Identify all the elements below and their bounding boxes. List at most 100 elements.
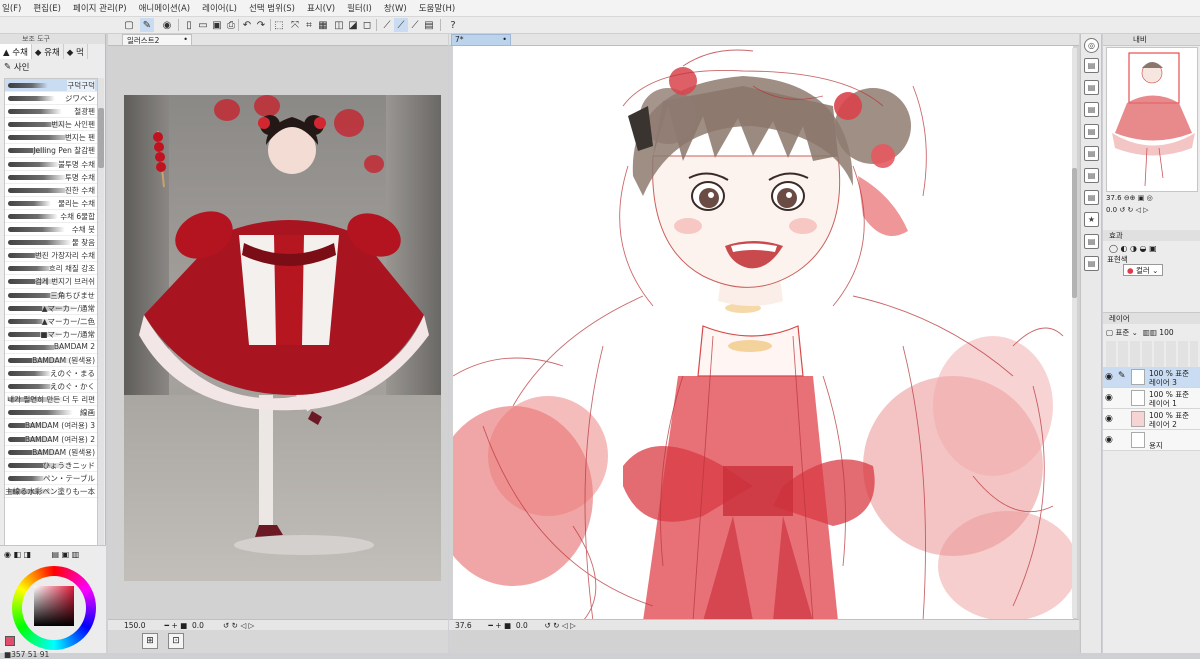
palette-icon-4[interactable]: ▤ (1084, 124, 1099, 139)
brush-item[interactable]: 線画 (5, 406, 97, 420)
menu-window[interactable]: 창(W) (384, 2, 407, 14)
layer-row[interactable]: ◉ 용지 (1103, 430, 1200, 451)
layer-row[interactable]: ◉ ✎ 100 % 표준 레이어 3 (1103, 367, 1200, 388)
close-dot-icon[interactable]: • (502, 35, 507, 44)
brush-list-scrollbar[interactable] (98, 78, 104, 553)
palette-icon-9[interactable]: ▤ (1084, 256, 1099, 271)
fill-icon[interactable]: ▦ (316, 18, 330, 32)
tab-watercolor[interactable]: ▲ 수채 (0, 44, 32, 59)
snap-special-icon[interactable]: ⟋ (408, 18, 422, 32)
tab-oil[interactable]: ◆ 유채 (32, 44, 64, 59)
eye-icon[interactable]: ◉ (160, 18, 174, 32)
menu-animation[interactable]: 애니메이션(A) (139, 2, 191, 14)
menu-help[interactable]: 도움말(H) (419, 2, 455, 14)
menu-view[interactable]: 표시(V) (307, 2, 335, 14)
reference-angle-value[interactable]: 0.0 (192, 621, 204, 630)
brush-item[interactable]: 번진 가장자리 수채 (5, 249, 97, 263)
brush-item[interactable]: 투명 수채 (5, 171, 97, 184)
open-folder-icon[interactable]: ▭ (196, 18, 210, 32)
navigator-preview[interactable] (1106, 47, 1198, 192)
undo-icon[interactable]: ↶ (240, 18, 254, 32)
palette-icon-7[interactable]: ▤ (1084, 190, 1099, 205)
brush-item[interactable]: ひょうきニッド (5, 459, 97, 472)
brush-item[interactable]: 번지는 펜 (5, 131, 97, 145)
eye-icon[interactable]: ◉ (1105, 435, 1113, 445)
menu-edit[interactable]: 편집(E) (33, 2, 61, 14)
canvas-vertical-scrollbar[interactable] (1072, 48, 1077, 618)
brush-item[interactable]: 번지는 사인펜 (5, 118, 97, 132)
canvas-zoom-value[interactable]: 37.6 (455, 621, 472, 630)
canvas-angle-value[interactable]: 0.0 (516, 621, 528, 630)
new-file-icon[interactable]: ▯ (182, 18, 196, 32)
eye-icon[interactable]: ◉ (1105, 372, 1113, 382)
layer-tool-buttons[interactable] (1106, 341, 1198, 367)
drawing-canvas[interactable] (453, 46, 1073, 621)
eye-icon[interactable]: ◉ (1105, 414, 1113, 424)
brush-item[interactable]: BAMDAM (여러용) 2 (5, 433, 97, 446)
color-square[interactable] (34, 586, 74, 626)
close-dot-icon[interactable]: • (183, 35, 188, 44)
brush-item[interactable]: えのぐ・まる (5, 367, 97, 381)
search-icon[interactable]: ◎ (1084, 38, 1099, 53)
navigator-zoom-value[interactable]: 37.6 (1106, 194, 1122, 202)
brush-item[interactable]: 진한 수채 (5, 184, 97, 197)
brush-item[interactable]: BAMDAM (뭔색용) (5, 354, 97, 368)
palette-icon-6[interactable]: ▤ (1084, 168, 1099, 183)
transform-icon[interactable]: ⤧ (288, 18, 302, 32)
brush-item[interactable]: BAMDAM (여러용) 3 (5, 419, 97, 433)
selection-icon[interactable]: ▢ (122, 18, 136, 32)
brush-item[interactable]: えのぐ・かく (5, 380, 97, 394)
eye-icon[interactable]: ◉ (1105, 393, 1113, 403)
brush-item[interactable]: BAMDAM 2 (5, 341, 97, 354)
menu-filter[interactable]: 필터(I) (347, 2, 372, 14)
brush-item[interactable]: 수채 붓 (5, 223, 97, 237)
tab-canvas[interactable]: 7* • (451, 34, 511, 46)
brush-item[interactable]: 물리는 수채 (5, 197, 97, 210)
redo-icon[interactable]: ↷ (254, 18, 268, 32)
brush-item[interactable]: ペン・テーブル (5, 472, 97, 485)
brush-item[interactable]: ▲マーカー/通常 (5, 302, 97, 315)
palette-icon-8[interactable]: ▤ (1084, 234, 1099, 249)
layer-row[interactable]: ◉ 100 % 표준 레이어 1 (1103, 388, 1200, 409)
brush-item[interactable]: 흐리 채질 강조 (5, 262, 97, 276)
expression-color-select[interactable]: ● 컬러 ⌄ (1123, 264, 1163, 276)
brush-item[interactable]: 三角ちびませ (5, 289, 97, 302)
palette-icon-1[interactable]: ▤ (1084, 58, 1099, 73)
crop-icon[interactable]: ⌗ (302, 18, 316, 32)
brush-item[interactable]: 수채 6물합 (5, 210, 97, 224)
menu-file[interactable]: 일(F) (2, 2, 21, 14)
brush-item[interactable]: 철광펜 (5, 105, 97, 119)
brush-item[interactable]: ■マーカー/通常 (5, 328, 97, 341)
tab-reference-image[interactable]: 일러스트2 • (122, 34, 192, 46)
grid-view-icon[interactable]: ⊡ (168, 633, 184, 649)
brush-item[interactable]: ▲マーカー/二色 (5, 315, 97, 328)
menu-page[interactable]: 페이지 관리(P) (73, 2, 127, 14)
subtab-real[interactable]: ✎ 사인 (0, 59, 105, 74)
palette-icon-2[interactable]: ▤ (1084, 80, 1099, 95)
snap-icon[interactable]: ⟋ (394, 18, 408, 32)
layer-opacity[interactable]: 100 (1159, 328, 1173, 337)
invert-icon[interactable]: ◪ (346, 18, 360, 32)
navigator-angle-value[interactable]: 0.0 (1106, 206, 1117, 214)
menu-selection[interactable]: 선택 범위(S) (249, 2, 295, 14)
pen-lock-icon[interactable]: ✎ (1118, 371, 1126, 381)
save-icon[interactable]: ▣ (210, 18, 224, 32)
grid-icon[interactable]: ▤ (422, 18, 436, 32)
palette-icon-3[interactable]: ▤ (1084, 102, 1099, 117)
reference-zoom-value[interactable]: 150.0 (124, 621, 145, 630)
brush-item[interactable]: ジワベン (5, 92, 97, 106)
layer-blend-mode[interactable]: 표준 (1115, 328, 1129, 337)
fit-icon[interactable]: ⊞ (142, 633, 158, 649)
brush-item[interactable]: 물 찾음 (5, 236, 97, 250)
star-icon[interactable]: ★ (1084, 212, 1099, 227)
ruler-icon[interactable]: ⟋ (380, 18, 394, 32)
pen-tool-icon[interactable]: ✎ (140, 18, 154, 32)
print-icon[interactable]: ⎙ (224, 18, 238, 32)
brush-item[interactable]: 불투명 수채 (5, 158, 97, 171)
palette-icon-5[interactable]: ▤ (1084, 146, 1099, 161)
brush-item[interactable]: 구덕구덕 (5, 79, 97, 93)
brush-item[interactable]: 내가 필연히 만든 더 두 리편 (5, 393, 97, 407)
layer-row[interactable]: ◉ 100 % 표준 레이어 2 (1103, 409, 1200, 430)
tab-ink[interactable]: ◆ 먹 (64, 44, 88, 59)
brush-item[interactable]: 검게 번지기 브러쉬 (5, 275, 97, 289)
